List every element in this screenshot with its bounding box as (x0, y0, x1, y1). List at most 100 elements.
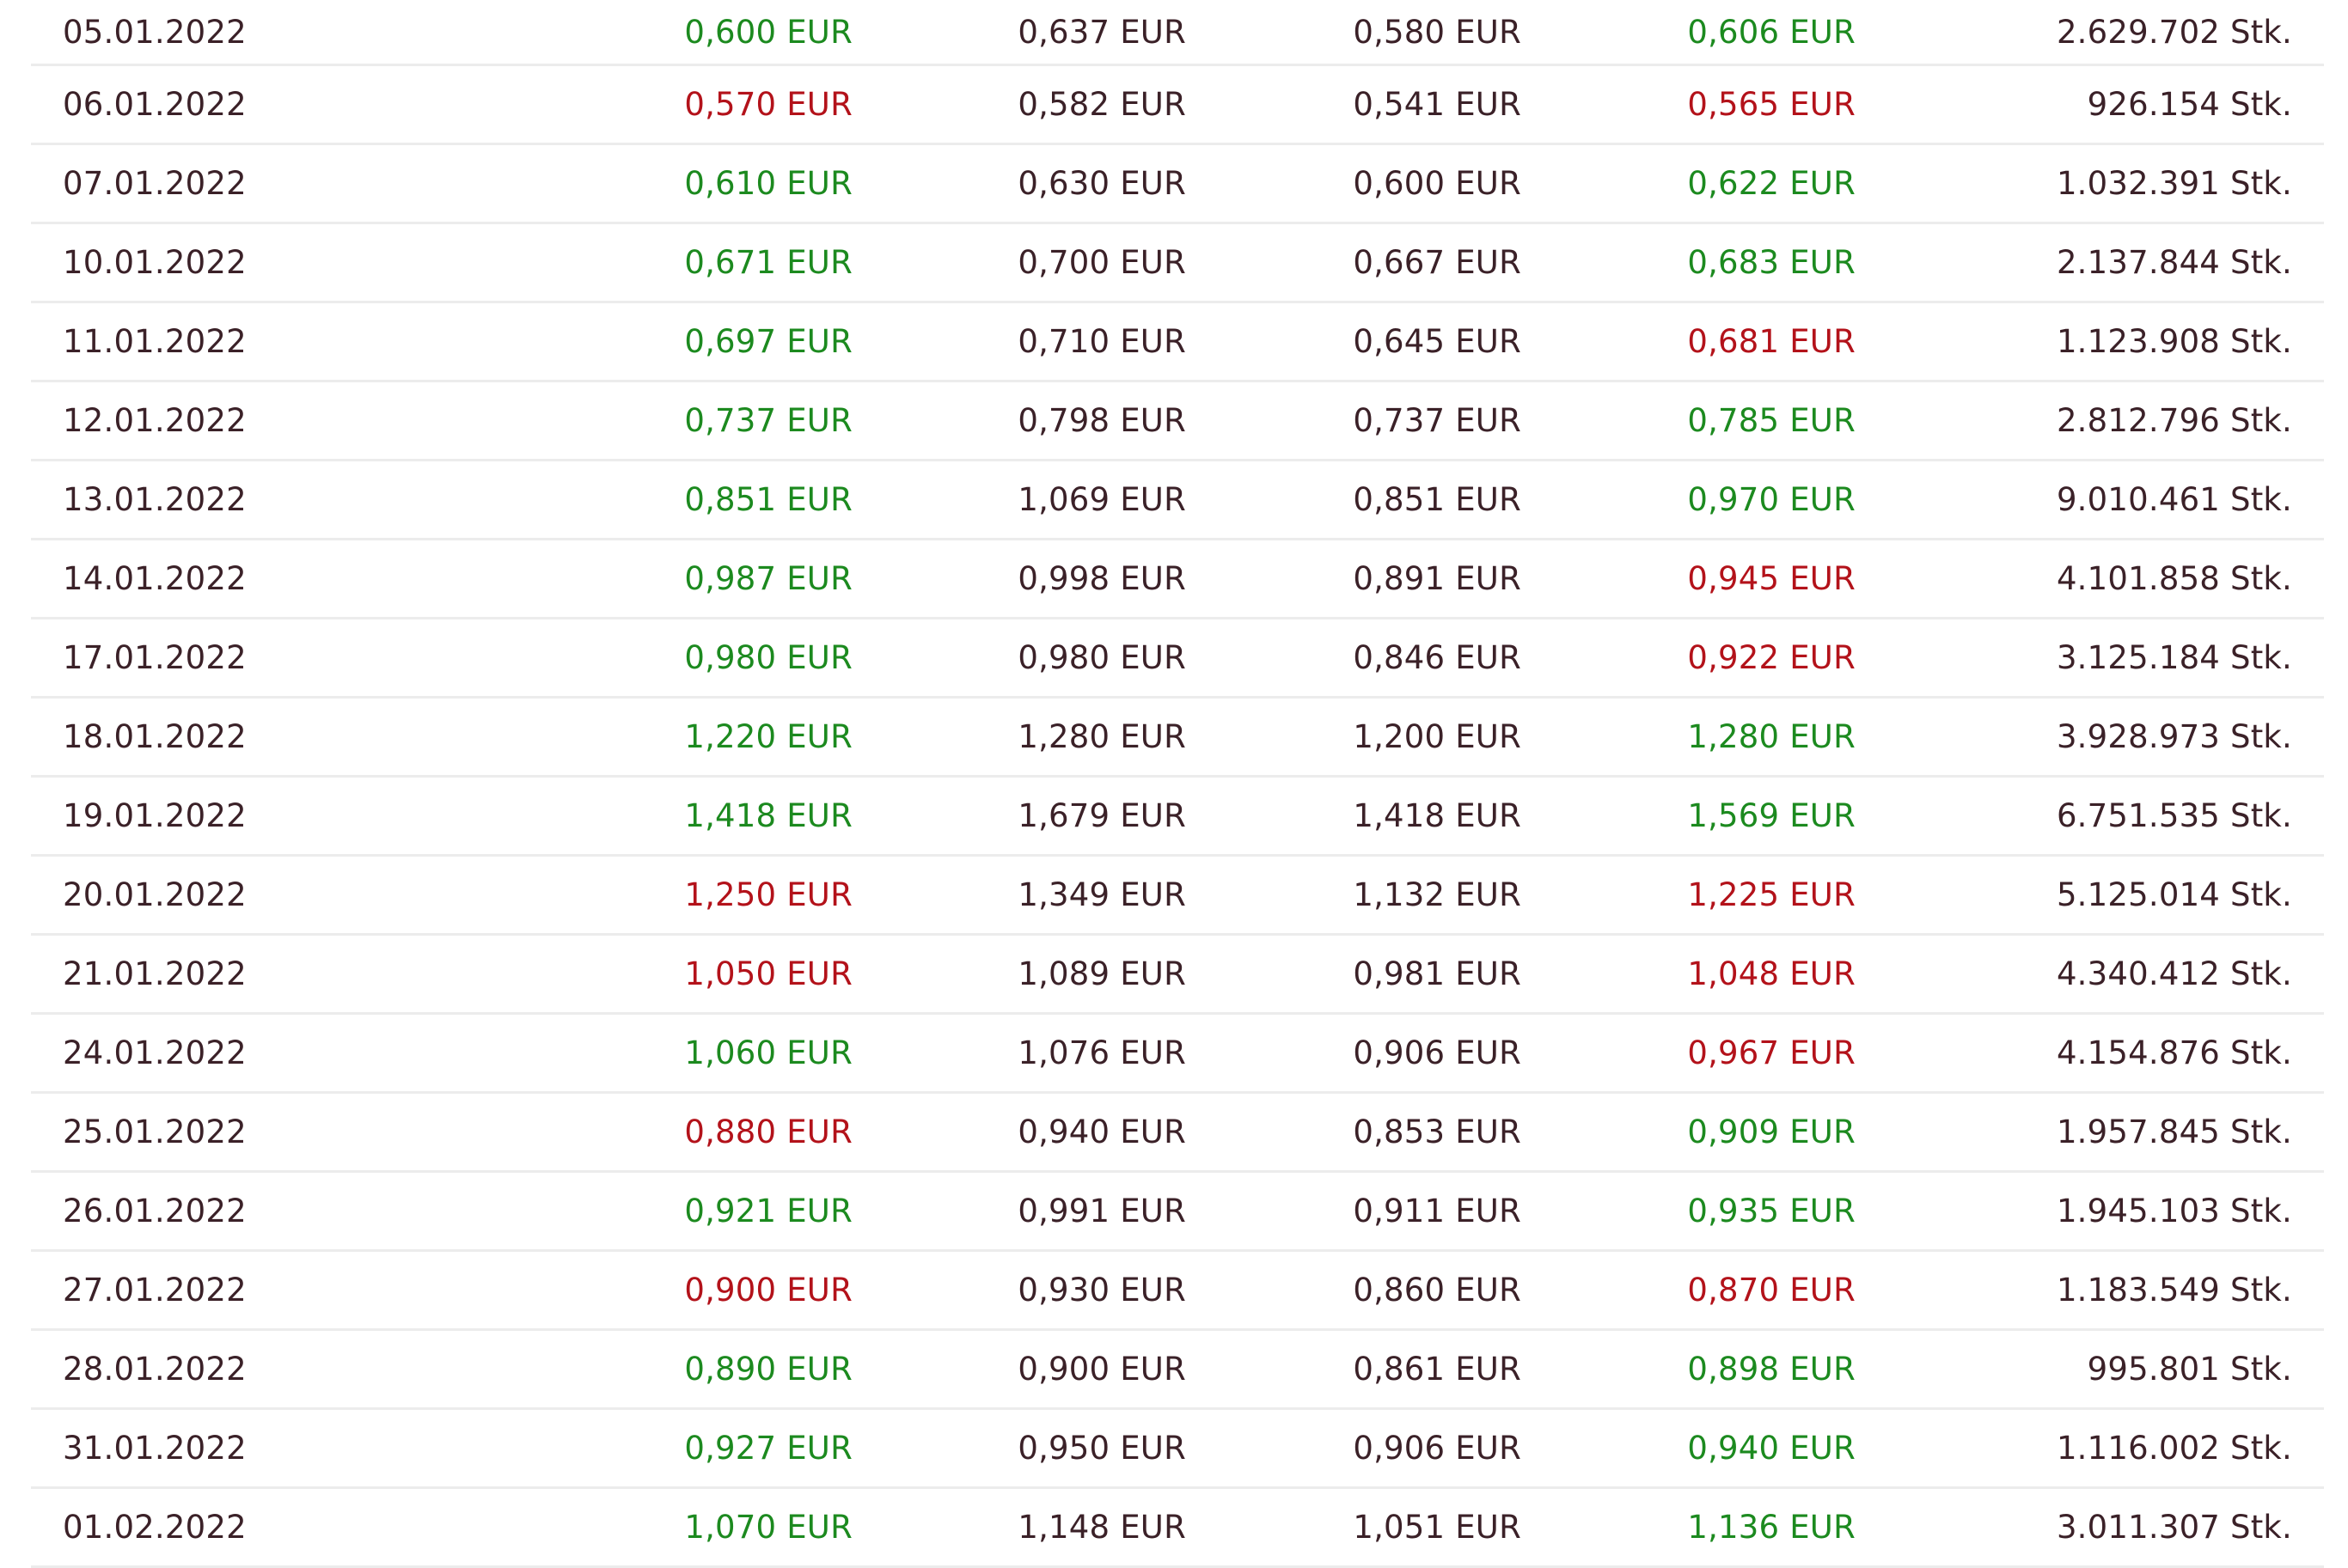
cell-open: 1,060 EUR (684, 1034, 853, 1071)
cell-close: 1,280 EUR (1687, 718, 1856, 755)
cell-low: 1,200 EUR (1353, 718, 1521, 755)
cell-open: 0,900 EUR (684, 1272, 853, 1309)
cell-open: 1,050 EUR (684, 955, 853, 992)
cell-low: 0,541 EUR (1353, 86, 1521, 123)
cell-close: 1,048 EUR (1687, 955, 1856, 992)
cell-close: 0,940 EUR (1687, 1430, 1856, 1467)
cell-low: 0,580 EUR (1353, 13, 1521, 51)
cell-low: 0,861 EUR (1353, 1351, 1521, 1388)
cell-open: 0,671 EUR (684, 244, 853, 281)
cell-high: 1,148 EUR (1018, 1509, 1186, 1546)
table-row: 17.01.2022 0,980 EUR 0,980 EUR 0,846 EUR 0,9… (31, 619, 2324, 699)
cell-volume: 5.125.014 Stk. (2056, 876, 2292, 913)
cell-close: 0,945 EUR (1687, 560, 1856, 597)
cell-open: 0,570 EUR (684, 86, 853, 123)
cell-low: 0,667 EUR (1353, 244, 1521, 281)
table-row: 20.01.2022 1,250 EUR 1,349 EUR 1,132 EUR 1,2… (31, 857, 2324, 936)
cell-volume: 4.154.876 Stk. (2056, 1034, 2292, 1071)
price-history-table: 05.01.2022 0,600 EUR 0,637 EUR 0,580 EUR 0,6… (31, 0, 2324, 1568)
cell-date: 14.01.2022 (63, 560, 247, 597)
cell-close: 0,565 EUR (1687, 86, 1856, 123)
cell-date: 26.01.2022 (63, 1193, 247, 1229)
cell-open: 0,880 EUR (684, 1113, 853, 1150)
table-row: 24.01.2022 1,060 EUR 1,076 EUR 0,906 EUR 0,9… (31, 1015, 2324, 1094)
cell-close: 1,569 EUR (1687, 797, 1856, 834)
cell-date: 24.01.2022 (63, 1034, 247, 1071)
cell-date: 13.01.2022 (63, 481, 247, 518)
table-row: 31.01.2022 0,927 EUR 0,950 EUR 0,906 EUR 0,9… (31, 1410, 2324, 1489)
cell-high: 1,076 EUR (1018, 1034, 1186, 1071)
cell-volume: 2.812.796 Stk. (2056, 402, 2292, 439)
cell-low: 1,418 EUR (1353, 797, 1521, 834)
cell-volume: 2.137.844 Stk. (2056, 244, 2292, 281)
cell-volume: 3.928.973 Stk. (2056, 718, 2292, 755)
table-row: 07.01.2022 0,610 EUR 0,630 EUR 0,600 EUR 0,6… (31, 145, 2324, 224)
cell-date: 18.01.2022 (63, 718, 247, 755)
cell-volume: 4.101.858 Stk. (2056, 560, 2292, 597)
cell-open: 0,980 EUR (684, 639, 853, 676)
cell-open: 0,851 EUR (684, 481, 853, 518)
cell-high: 0,998 EUR (1018, 560, 1186, 597)
cell-open: 1,220 EUR (684, 718, 853, 755)
cell-high: 1,089 EUR (1018, 955, 1186, 992)
cell-date: 01.02.2022 (63, 1509, 247, 1546)
cell-low: 0,846 EUR (1353, 639, 1521, 676)
cell-low: 0,645 EUR (1353, 323, 1521, 360)
cell-close: 0,681 EUR (1687, 323, 1856, 360)
table-row: 13.01.2022 0,851 EUR 1,069 EUR 0,851 EUR 0,9… (31, 461, 2324, 540)
table-row: 27.01.2022 0,900 EUR 0,930 EUR 0,860 EUR 0,8… (31, 1252, 2324, 1331)
table-row: 12.01.2022 0,737 EUR 0,798 EUR 0,737 EUR 0,7… (31, 382, 2324, 461)
cell-date: 19.01.2022 (63, 797, 247, 834)
cell-open: 1,418 EUR (684, 797, 853, 834)
cell-volume: 6.751.535 Stk. (2056, 797, 2292, 834)
cell-volume: 926.154 Stk. (2087, 86, 2292, 123)
cell-volume: 1.032.391 Stk. (2056, 165, 2292, 202)
cell-volume: 3.125.184 Stk. (2056, 639, 2292, 676)
cell-close: 0,683 EUR (1687, 244, 1856, 281)
cell-close: 0,970 EUR (1687, 481, 1856, 518)
cell-close: 0,622 EUR (1687, 165, 1856, 202)
cell-low: 0,906 EUR (1353, 1034, 1521, 1071)
cell-low: 0,851 EUR (1353, 481, 1521, 518)
cell-open: 1,250 EUR (684, 876, 853, 913)
cell-high: 1,679 EUR (1018, 797, 1186, 834)
cell-date: 05.01.2022 (63, 13, 247, 51)
cell-low: 0,853 EUR (1353, 1113, 1521, 1150)
table-row: 18.01.2022 1,220 EUR 1,280 EUR 1,200 EUR 1,2… (31, 699, 2324, 778)
table-row: 05.01.2022 0,600 EUR 0,637 EUR 0,580 EUR 0,6… (31, 0, 2324, 66)
table-row: 11.01.2022 0,697 EUR 0,710 EUR 0,645 EUR 0,6… (31, 303, 2324, 382)
cell-volume: 1.183.549 Stk. (2056, 1272, 2292, 1309)
cell-high: 1,349 EUR (1018, 876, 1186, 913)
cell-volume: 1.116.002 Stk. (2056, 1430, 2292, 1467)
cell-high: 0,630 EUR (1018, 165, 1186, 202)
cell-volume: 1.945.103 Stk. (2056, 1193, 2292, 1229)
cell-volume: 3.011.307 Stk. (2056, 1509, 2292, 1546)
table-row: 06.01.2022 0,570 EUR 0,582 EUR 0,541 EUR 0,5… (31, 66, 2324, 145)
cell-high: 0,900 EUR (1018, 1351, 1186, 1388)
cell-high: 0,582 EUR (1018, 86, 1186, 123)
cell-high: 0,980 EUR (1018, 639, 1186, 676)
cell-open: 0,610 EUR (684, 165, 853, 202)
cell-high: 1,069 EUR (1018, 481, 1186, 518)
cell-open: 0,600 EUR (684, 13, 853, 51)
table-row: 26.01.2022 0,921 EUR 0,991 EUR 0,911 EUR 0,9… (31, 1173, 2324, 1252)
cell-close: 0,898 EUR (1687, 1351, 1856, 1388)
cell-close: 0,967 EUR (1687, 1034, 1856, 1071)
cell-volume: 4.340.412 Stk. (2056, 955, 2292, 992)
table-row: 01.02.2022 1,070 EUR 1,148 EUR 1,051 EUR 1,1… (31, 1489, 2324, 1568)
cell-volume: 1.957.845 Stk. (2056, 1113, 2292, 1150)
cell-close: 0,870 EUR (1687, 1272, 1856, 1309)
cell-high: 1,280 EUR (1018, 718, 1186, 755)
cell-low: 0,911 EUR (1353, 1193, 1521, 1229)
cell-close: 0,922 EUR (1687, 639, 1856, 676)
cell-open: 0,987 EUR (684, 560, 853, 597)
cell-open: 0,697 EUR (684, 323, 853, 360)
cell-high: 0,637 EUR (1018, 13, 1186, 51)
cell-low: 0,600 EUR (1353, 165, 1521, 202)
cell-low: 1,051 EUR (1353, 1509, 1521, 1546)
cell-close: 0,909 EUR (1687, 1113, 1856, 1150)
table-row: 14.01.2022 0,987 EUR 0,998 EUR 0,891 EUR 0,9… (31, 540, 2324, 619)
cell-low: 0,860 EUR (1353, 1272, 1521, 1309)
cell-date: 10.01.2022 (63, 244, 247, 281)
cell-date: 28.01.2022 (63, 1351, 247, 1388)
